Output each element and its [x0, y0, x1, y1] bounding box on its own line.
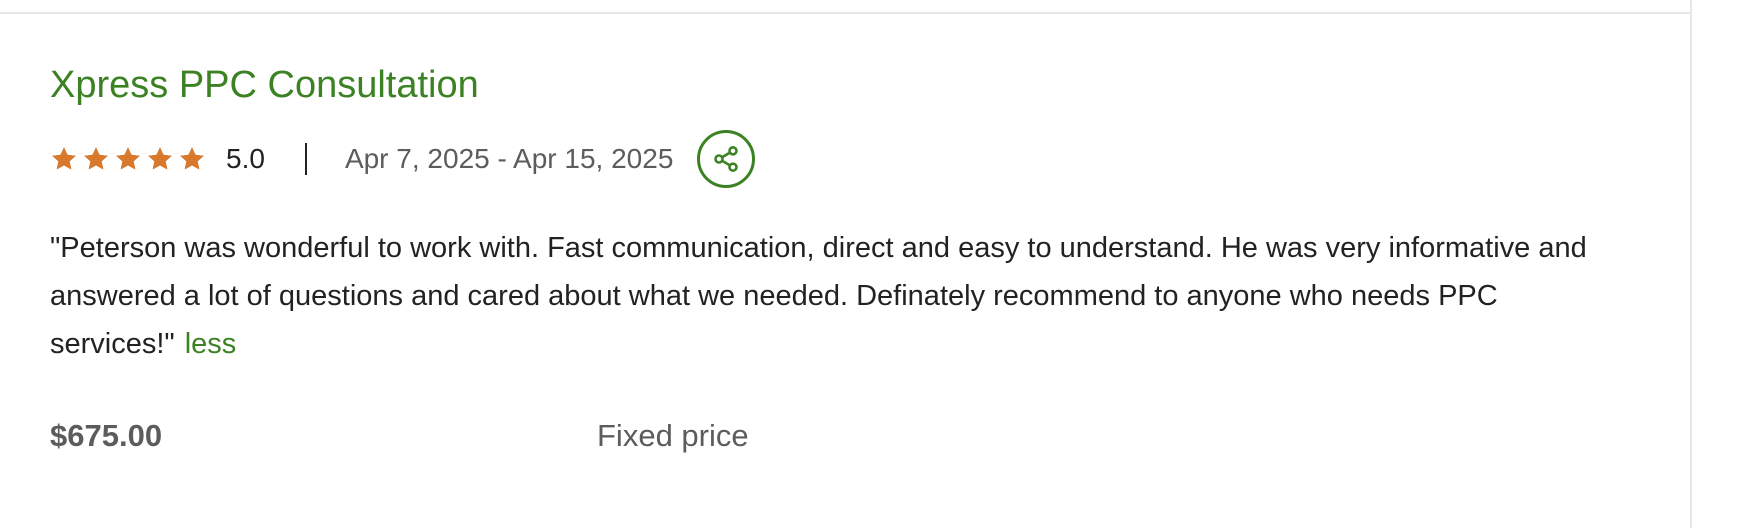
- job-title-link[interactable]: Xpress PPC Consultation: [50, 62, 479, 108]
- right-divider: [1690, 0, 1692, 528]
- star-icon: [180, 147, 204, 170]
- less-link[interactable]: less: [185, 328, 237, 360]
- star-icon: [84, 147, 108, 170]
- share-icon: [714, 146, 739, 172]
- price-amount: $675.00: [50, 418, 163, 453]
- review-meta: 5.0 Apr 7, 2025 - Apr 15, 2025: [50, 126, 756, 192]
- date-range: Apr 7, 2025 - Apr 15, 2025: [344, 143, 674, 174]
- price-type: Fixed price: [597, 418, 749, 453]
- meta-separator: [304, 143, 307, 175]
- review-text: "Peterson was wonderful to work with. Fa…: [50, 232, 1587, 360]
- share-button[interactable]: [697, 130, 756, 188]
- review-text-block: "Peterson was wonderful to work with. Fa…: [50, 224, 1610, 368]
- star-rating: [50, 145, 206, 173]
- star-icon: [116, 147, 140, 170]
- rating-value: 5.0: [226, 143, 265, 174]
- star-icon: [148, 147, 172, 170]
- star-icon: [52, 147, 76, 170]
- review-card: Xpress PPC Consultation 5.0 Apr 7, 2025 …: [50, 0, 1650, 528]
